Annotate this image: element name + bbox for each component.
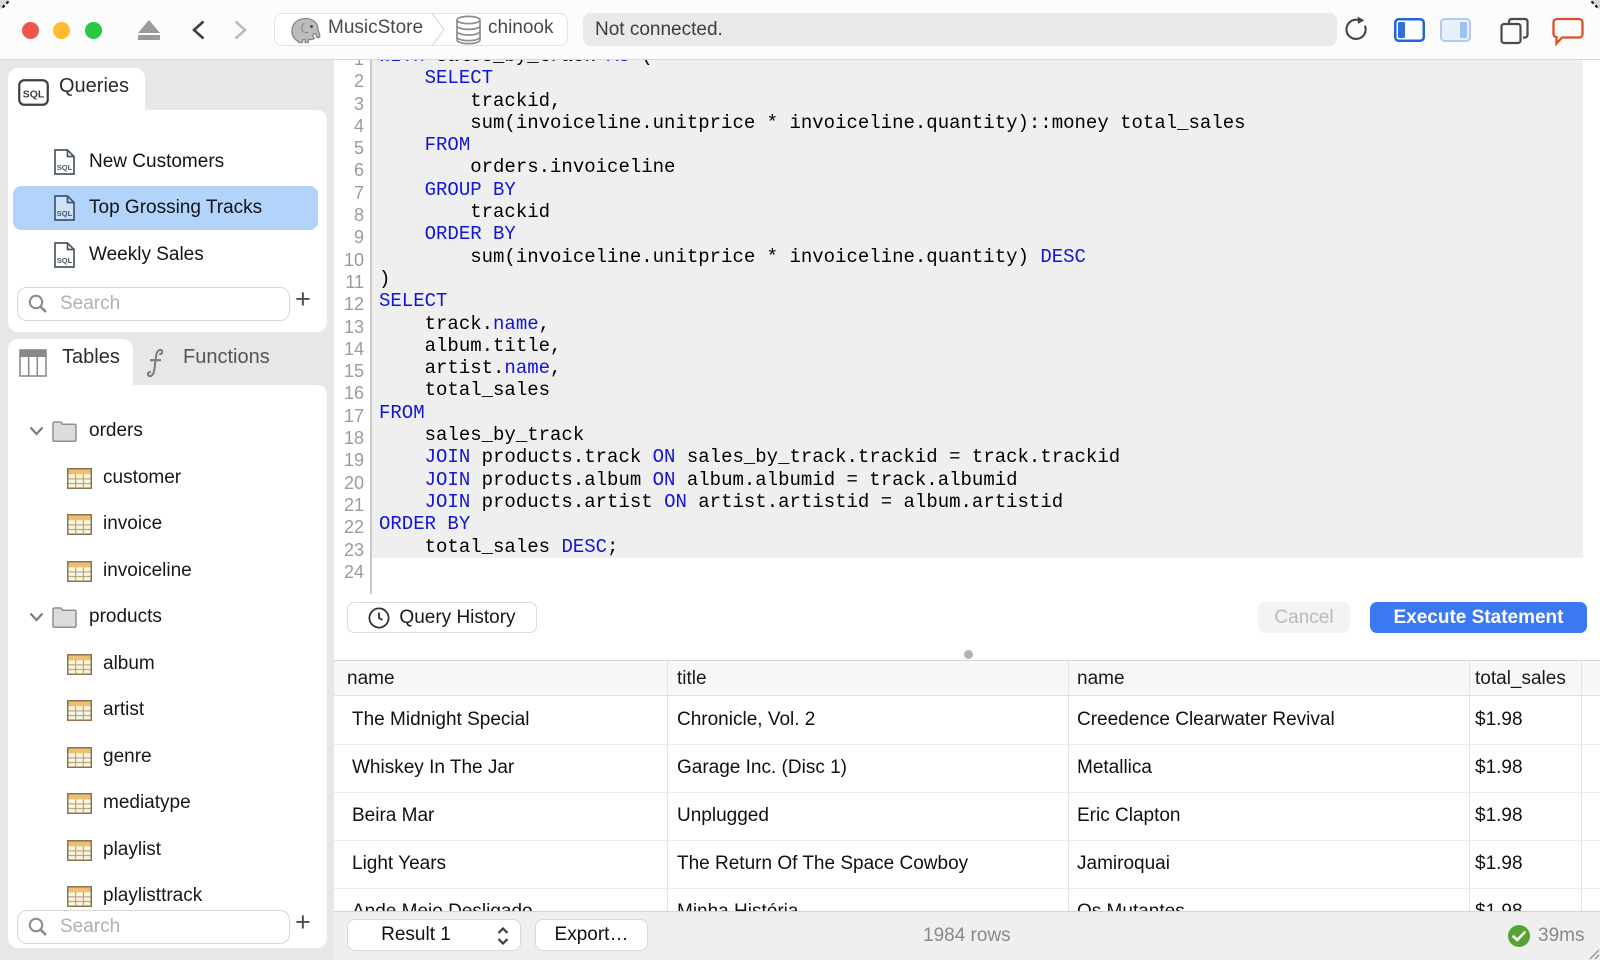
svg-text:SQL: SQL xyxy=(57,256,73,265)
svg-text:SQL: SQL xyxy=(23,89,45,101)
svg-text:SQL: SQL xyxy=(57,163,73,172)
svg-text:SQL: SQL xyxy=(57,209,73,218)
